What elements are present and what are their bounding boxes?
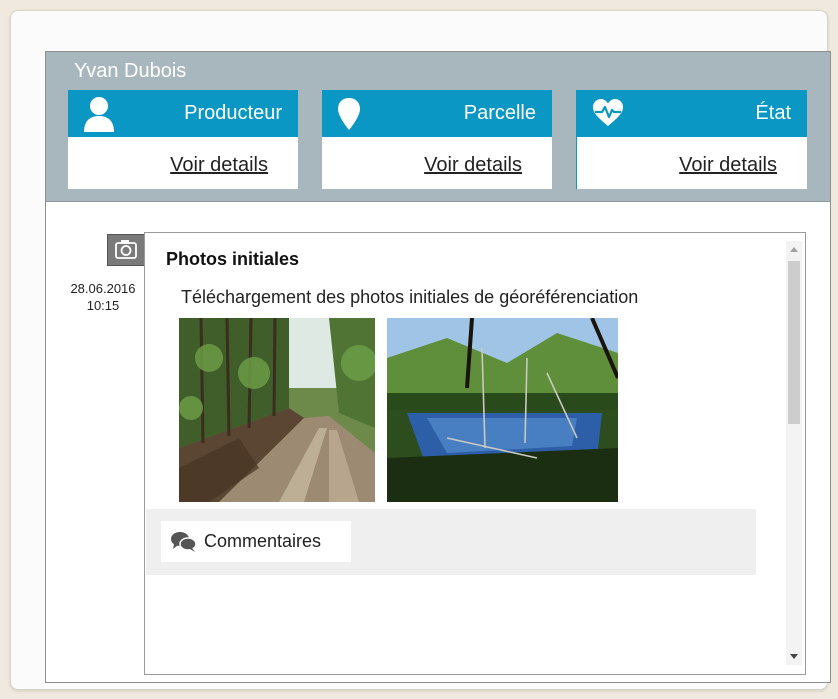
header: Yvan Dubois Producteur Voir details Parc… [46, 52, 830, 202]
entry-description: Téléchargement des photos initiales de g… [181, 287, 639, 307]
entry-date: 28.06.2016 [70, 281, 136, 296]
tile-title: Parcelle [463, 102, 536, 124]
user-icon [84, 97, 114, 132]
tile-parcelle: Parcelle Voir details [322, 90, 552, 189]
app-card: Yvan Dubois Producteur Voir details Parc… [10, 10, 831, 690]
comments-button[interactable]: Commentaires [161, 521, 351, 562]
tile-header: Parcelle [322, 90, 552, 137]
entry-time: 10:15 [86, 298, 120, 313]
tile-producteur: Producteur Voir details [68, 90, 298, 189]
scroll-up-arrow-icon[interactable] [790, 247, 798, 252]
tile-etat: État Voir details [576, 90, 807, 189]
comments-bar: Commentaires [146, 509, 756, 575]
tile-header: Producteur [68, 90, 298, 137]
scroll-down-arrow-icon[interactable] [790, 654, 798, 659]
parcelle-details-link[interactable]: Voir details [424, 154, 522, 177]
etat-details-link[interactable]: Voir details [679, 154, 777, 177]
entry-panel: Photos initiales Téléchargement des phot… [144, 232, 806, 675]
entry-timestamp: 28.06.2016 10:15 [58, 280, 148, 314]
producteur-details-link[interactable]: Voir details [170, 154, 268, 177]
tile-title: État [755, 102, 791, 124]
main-frame: Yvan Dubois Producteur Voir details Parc… [45, 51, 831, 683]
camera-icon [107, 234, 145, 266]
chat-bubbles-icon [171, 532, 197, 552]
user-name: Yvan Dubois [74, 60, 187, 82]
heartbeat-icon [593, 99, 623, 126]
vertical-scrollbar[interactable] [786, 241, 802, 665]
comments-label: Commentaires [204, 531, 322, 551]
tile-title: Producteur [184, 102, 282, 124]
entry-title: Photos initiales [166, 249, 300, 269]
photo-forest-road[interactable] [179, 318, 375, 502]
scroll-thumb[interactable] [788, 261, 800, 424]
photo-forest-pond[interactable] [387, 318, 618, 502]
map-pin-icon [338, 98, 360, 130]
tile-header: État [577, 90, 807, 137]
